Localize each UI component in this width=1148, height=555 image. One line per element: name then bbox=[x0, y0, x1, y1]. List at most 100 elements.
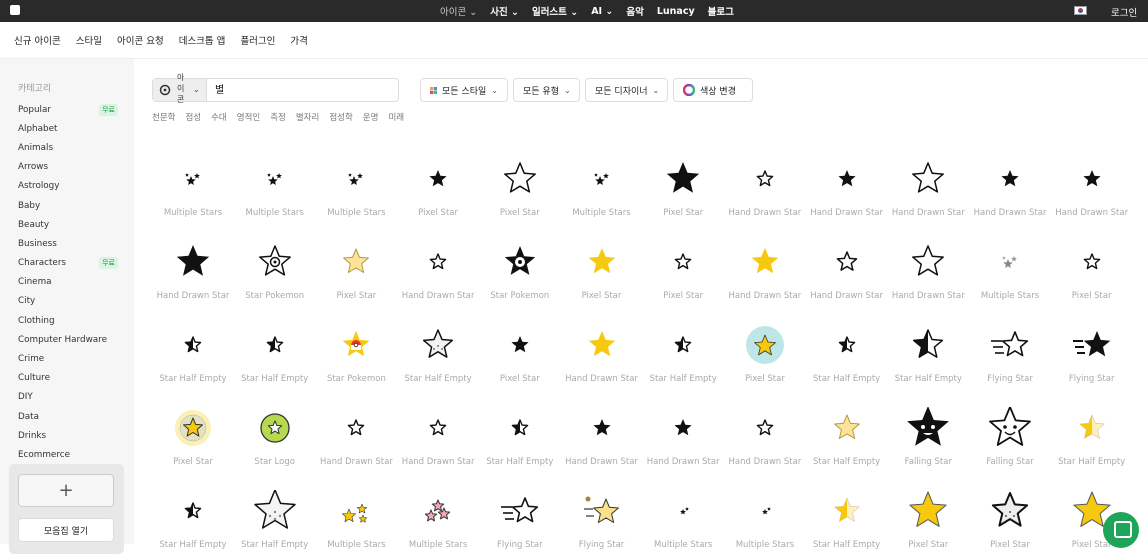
icon-card[interactable]: Pixel Star bbox=[479, 140, 561, 223]
top-nav-item[interactable]: 음악 bbox=[626, 4, 643, 18]
category-item[interactable]: Arrows bbox=[18, 158, 118, 177]
top-nav-item[interactable]: 블로그 bbox=[708, 4, 734, 18]
icon-card[interactable]: Star Pokemon bbox=[234, 223, 316, 306]
icon-card[interactable]: Hand Drawn Star bbox=[724, 140, 806, 223]
icon-card[interactable]: Pixel Star bbox=[969, 472, 1051, 555]
tag-link[interactable]: 미래 bbox=[388, 111, 404, 123]
category-item[interactable]: Drinks bbox=[18, 426, 118, 445]
icon-card[interactable]: Star Pokemon bbox=[315, 306, 397, 389]
icon-card[interactable]: Pixel Star bbox=[724, 306, 806, 389]
icon-card[interactable]: Hand Drawn Star bbox=[806, 140, 888, 223]
category-item[interactable]: Data bbox=[18, 407, 118, 426]
icon-card[interactable]: Star Half Empty bbox=[1051, 389, 1133, 472]
icon-card[interactable]: Hand Drawn Star bbox=[397, 223, 479, 306]
icon-card[interactable]: Pixel Star bbox=[479, 306, 561, 389]
sub-nav-item[interactable]: 데스크톱 앱 bbox=[179, 33, 226, 47]
category-item[interactable]: Crime bbox=[18, 349, 118, 368]
icon-card[interactable]: Flying Star bbox=[1051, 306, 1133, 389]
icon-card[interactable]: Star Half Empty bbox=[397, 306, 479, 389]
login-link[interactable]: 로그인 bbox=[1111, 5, 1137, 19]
icon-card[interactable]: Flying Star bbox=[561, 472, 643, 555]
icon-card[interactable]: Pixel Star bbox=[642, 140, 724, 223]
style-filter[interactable]: 모든 스타일 ⌄ bbox=[420, 78, 508, 102]
icon-card[interactable]: Hand Drawn Star bbox=[724, 389, 806, 472]
icon-card[interactable]: Star Half Empty bbox=[479, 389, 561, 472]
icon-card[interactable]: Multiple Stars bbox=[561, 140, 643, 223]
icon-card[interactable]: Hand Drawn Star bbox=[724, 223, 806, 306]
icon-card[interactable]: Pixel Star bbox=[152, 389, 234, 472]
category-item[interactable]: Ecommerce bbox=[18, 445, 118, 464]
category-item[interactable]: Business bbox=[18, 234, 118, 253]
open-collection-button[interactable]: 모음집 열기 bbox=[18, 518, 114, 542]
icon-card[interactable]: Star Half Empty bbox=[806, 389, 888, 472]
category-item[interactable]: Beauty bbox=[18, 215, 118, 234]
category-item[interactable]: Clothing bbox=[18, 311, 118, 330]
add-collection-button[interactable]: + bbox=[18, 474, 114, 507]
tag-link[interactable]: 별자리 bbox=[296, 111, 319, 123]
korean-flag-icon[interactable] bbox=[1074, 6, 1087, 15]
icon-card[interactable]: Multiple Stars bbox=[234, 140, 316, 223]
icon-card[interactable]: Multiple Stars bbox=[724, 472, 806, 555]
icon-card[interactable]: Falling Star bbox=[887, 389, 969, 472]
icon-card[interactable]: Star Pokemon bbox=[479, 223, 561, 306]
category-item[interactable]: Popular 무료 bbox=[18, 100, 118, 119]
icon-card[interactable]: Star Half Empty bbox=[152, 472, 234, 555]
icon-card[interactable]: Hand Drawn Star bbox=[642, 389, 724, 472]
icon-card[interactable]: Hand Drawn Star bbox=[806, 223, 888, 306]
sub-nav-item[interactable]: 플러그인 bbox=[240, 33, 275, 47]
icon-card[interactable]: Multiple Stars bbox=[152, 140, 234, 223]
sub-nav-item[interactable]: 스타일 bbox=[76, 33, 102, 47]
icon-card[interactable]: Multiple Stars bbox=[315, 472, 397, 555]
icon-card[interactable]: Hand Drawn Star bbox=[561, 306, 643, 389]
chat-button[interactable] bbox=[1103, 512, 1139, 548]
designer-filter[interactable]: 모든 디자이너 ⌄ bbox=[585, 78, 668, 102]
category-item[interactable]: City bbox=[18, 292, 118, 311]
icon-card[interactable]: Pixel Star bbox=[642, 223, 724, 306]
type-filter[interactable]: 모든 유형 ⌄ bbox=[513, 78, 580, 102]
icon-card[interactable]: Star Half Empty bbox=[887, 306, 969, 389]
icon-card[interactable]: Star Half Empty bbox=[234, 306, 316, 389]
category-item[interactable]: Culture bbox=[18, 369, 118, 388]
icon-card[interactable]: Multiple Stars bbox=[642, 472, 724, 555]
icon-card[interactable]: Hand Drawn Star bbox=[969, 140, 1051, 223]
category-item[interactable]: Computer Hardware bbox=[18, 330, 118, 349]
icon-card[interactable]: Hand Drawn Star bbox=[315, 389, 397, 472]
icon-card[interactable]: Star Half Empty bbox=[234, 472, 316, 555]
sub-nav-item[interactable]: 신규 아이콘 bbox=[14, 33, 61, 47]
logo-icon[interactable] bbox=[10, 5, 20, 15]
icon-card[interactable]: Pixel Star bbox=[561, 223, 643, 306]
category-item[interactable]: Characters 무료 bbox=[18, 254, 118, 273]
icon-card[interactable]: Pixel Star bbox=[397, 140, 479, 223]
search-type-select[interactable]: 아이콘 ⌄ bbox=[153, 73, 207, 104]
icon-card[interactable]: Falling Star bbox=[969, 389, 1051, 472]
icon-card[interactable]: Hand Drawn Star bbox=[152, 223, 234, 306]
tag-link[interactable]: 점성 bbox=[185, 111, 201, 123]
category-item[interactable]: Alphabet bbox=[18, 119, 118, 138]
icon-card[interactable]: Flying Star bbox=[969, 306, 1051, 389]
category-item[interactable]: Astrology bbox=[18, 177, 118, 196]
tag-link[interactable]: 점성학 bbox=[329, 111, 352, 123]
icon-card[interactable]: Multiple Stars bbox=[315, 140, 397, 223]
color-filter[interactable]: 색상 변경 bbox=[673, 78, 753, 102]
tag-link[interactable]: 운명 bbox=[363, 111, 379, 123]
icon-card[interactable]: Pixel Star bbox=[1051, 223, 1133, 306]
tag-link[interactable]: 수대 bbox=[211, 111, 227, 123]
icon-card[interactable]: Hand Drawn Star bbox=[397, 389, 479, 472]
category-item[interactable]: DIY bbox=[18, 388, 118, 407]
top-nav-item[interactable]: AI ⌄ bbox=[591, 6, 613, 17]
icon-card[interactable]: Star Half Empty bbox=[642, 306, 724, 389]
category-item[interactable]: Animals bbox=[18, 138, 118, 157]
top-nav-item[interactable]: Lunacy bbox=[657, 6, 695, 17]
sub-nav-item[interactable]: 가격 bbox=[290, 33, 307, 47]
tag-link[interactable]: 측정 bbox=[270, 111, 286, 123]
top-nav-item[interactable]: 사진 ⌄ bbox=[490, 4, 519, 18]
category-item[interactable]: Baby bbox=[18, 196, 118, 215]
icon-card[interactable]: Star Half Empty bbox=[806, 306, 888, 389]
icon-card[interactable]: Pixel Star bbox=[315, 223, 397, 306]
search-input[interactable] bbox=[215, 83, 385, 94]
icon-card[interactable]: Star Half Empty bbox=[152, 306, 234, 389]
tag-link[interactable]: 천문학 bbox=[152, 111, 175, 123]
icon-card[interactable]: Multiple Stars bbox=[397, 472, 479, 555]
icon-card[interactable]: Hand Drawn Star bbox=[887, 223, 969, 306]
icon-card[interactable]: Flying Star bbox=[479, 472, 561, 555]
